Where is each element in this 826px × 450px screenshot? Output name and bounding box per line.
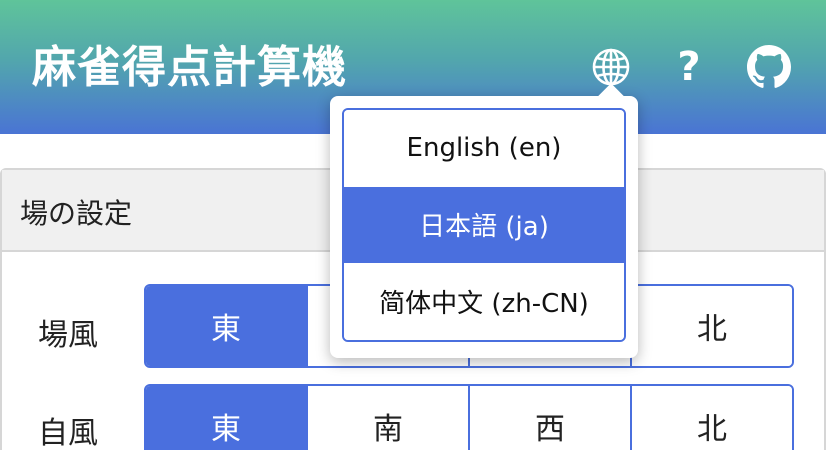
- seat-wind-north[interactable]: 北: [632, 386, 792, 450]
- seat-wind-selector: 東 南 西 北: [144, 384, 794, 450]
- language-dropdown: English (en) 日本語 (ja) 简体中文 (zh-CN): [330, 83, 638, 358]
- seat-wind-east[interactable]: 東: [146, 386, 308, 450]
- app-title: 麻雀得点計算機: [32, 42, 347, 93]
- round-wind-east[interactable]: 東: [146, 286, 308, 366]
- language-option-en[interactable]: English (en): [344, 110, 624, 187]
- round-wind-north[interactable]: 北: [632, 286, 792, 366]
- card-title: 場の設定: [20, 197, 133, 230]
- help-icon[interactable]: ?: [666, 44, 712, 90]
- seat-wind-south[interactable]: 南: [308, 386, 470, 450]
- language-option-ja[interactable]: 日本語 (ja): [344, 186, 624, 264]
- language-menu: English (en) 日本語 (ja) 简体中文 (zh-CN): [342, 108, 626, 342]
- round-wind-label: 場風: [38, 318, 98, 353]
- language-option-zh-cn[interactable]: 简体中文 (zh-CN): [344, 263, 624, 340]
- seat-wind-west[interactable]: 西: [470, 386, 632, 450]
- github-icon[interactable]: [746, 44, 792, 90]
- seat-wind-label: 自風: [38, 416, 98, 450]
